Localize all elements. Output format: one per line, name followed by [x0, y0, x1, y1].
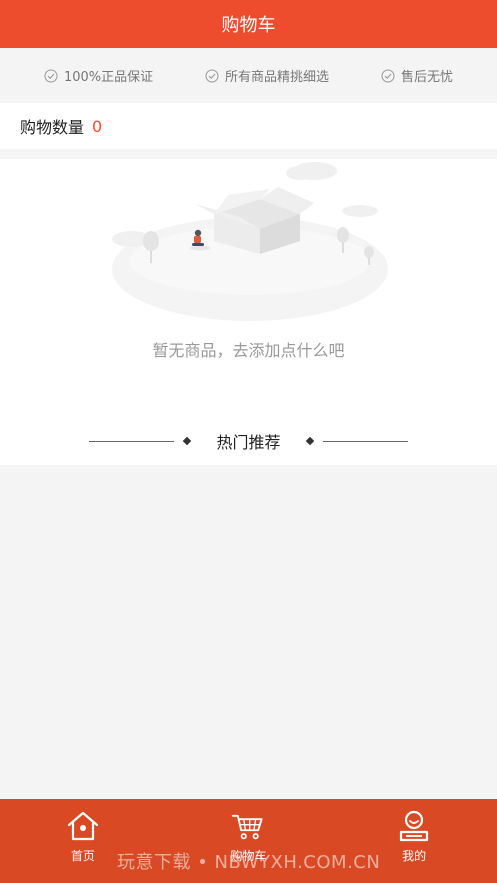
user-icon — [400, 810, 429, 842]
guarantee-label: 售后无忧 — [400, 70, 453, 85]
home-icon — [67, 811, 98, 841]
empty-box-illustration — [112, 162, 388, 321]
hot-recommend-title: 热门推荐 — [0, 429, 497, 453]
check-circle-icon — [381, 69, 395, 82]
check-circle-icon — [205, 69, 219, 82]
cart-count-row: 购物数量 0 — [0, 103, 497, 149]
divider-right — [322, 440, 408, 442]
tab-home[interactable]: 首页 — [38, 809, 128, 864]
check-circle-icon — [44, 69, 58, 82]
diamond-icon — [305, 436, 314, 446]
cart-count-label: 购物数量 — [20, 118, 85, 137]
cart-count-value: 0 — [92, 116, 103, 136]
guarantee-selected: 所有商品精挑细选 — [205, 66, 329, 85]
divider-left — [89, 440, 175, 442]
guarantee-bar: 100%正品保证 所有商品精挑细选 售后无忧 — [0, 48, 497, 103]
guarantee-authentic: 100%正品保证 — [44, 66, 153, 85]
hot-recommend-label: 热门推荐 — [216, 433, 281, 452]
diamond-icon — [183, 436, 192, 446]
tab-home-label: 首页 — [70, 849, 95, 863]
app-header: 购物车 — [0, 0, 497, 48]
guarantee-label: 100%正品保证 — [63, 70, 154, 85]
watermark: 玩意下载 • NBWYXH.COM.CN — [117, 852, 381, 873]
cart-icon — [232, 814, 264, 840]
guarantee-label: 所有商品精挑细选 — [225, 70, 330, 85]
page-title: 购物车 — [221, 15, 276, 36]
tab-mine[interactable]: 我的 — [369, 809, 459, 864]
empty-cart-panel: 暂无商品，去添加点什么吧 热门推荐 — [0, 159, 497, 465]
empty-cart-message: 暂无商品，去添加点什么吧 — [152, 341, 345, 360]
tab-mine-label: 我的 — [402, 849, 427, 863]
guarantee-after-sales: 售后无忧 — [381, 66, 453, 85]
